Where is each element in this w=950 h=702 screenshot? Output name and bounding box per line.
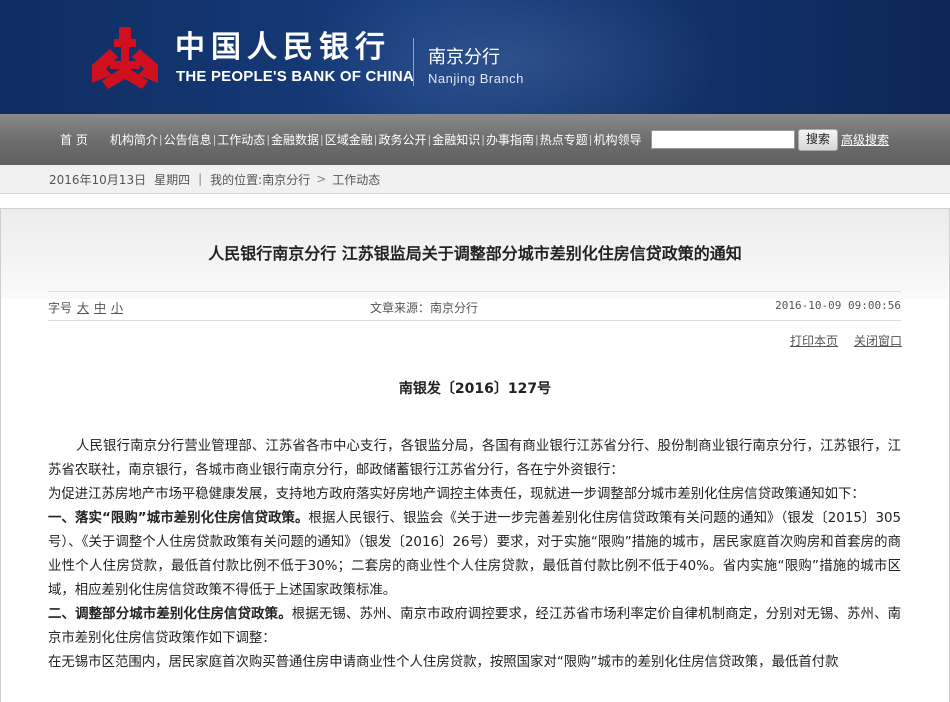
nav-divider: | xyxy=(320,133,324,146)
nav-item-hot-topics[interactable]: 热点专题 xyxy=(540,131,588,148)
nav-divider: | xyxy=(534,133,539,146)
advanced-search-link[interactable]: 高级搜索 xyxy=(841,131,889,148)
breadcrumb-separator: | xyxy=(198,172,203,186)
nav-divider: | xyxy=(212,133,217,146)
nav-item-financial-knowledge[interactable]: 金融知识 xyxy=(432,131,480,148)
current-date: 2016年10月13日 xyxy=(49,172,147,187)
nav-item-leadership[interactable]: 机构领导 xyxy=(593,131,641,148)
nav-item-work-news[interactable]: 工作动态 xyxy=(217,131,265,148)
nav-divider: | xyxy=(427,133,432,146)
nav-divider: | xyxy=(588,133,593,146)
article-paragraph: 在无锡市区范围内，居民家庭首次购买普通住房申请商业性个人住房贷款，按照国家对“限… xyxy=(48,655,839,670)
bank-name-en: THE PEOPLE'S BANK OF CHINA xyxy=(176,68,414,85)
nav-menu: 首 页 机构简介 | 公告信息 | 工作动态 | 金融数据 | 区域金融 | 政… xyxy=(60,114,641,165)
header-divider xyxy=(413,38,414,86)
bank-name-cn: 中国人民银行 xyxy=(175,30,391,65)
article-section: 二、调整部分城市差别化住房信贷政策。根据无锡、苏州、南京市政府调控要求，经江苏省… xyxy=(48,603,901,651)
font-size-small-link[interactable]: 小 xyxy=(111,301,123,315)
nav-item-service-guide[interactable]: 办事指南 xyxy=(486,131,534,148)
nav-divider: | xyxy=(266,133,271,146)
chevron-right-icon: > xyxy=(316,172,327,186)
nav-item-regional-finance[interactable]: 区域金融 xyxy=(325,131,373,148)
section-heading: 一、落实“限购”城市差别化住房信贷政策。 xyxy=(48,511,309,526)
breadcrumb-root-link[interactable]: 南京分行 xyxy=(262,171,310,188)
font-size-label: 字号 xyxy=(48,301,73,315)
search-input[interactable] xyxy=(651,130,795,149)
nav-divider: | xyxy=(481,133,485,146)
font-size-medium-link[interactable]: 中 xyxy=(94,301,106,315)
section-heading: 二、调整部分城市差别化住房信贷政策。 xyxy=(48,607,292,622)
article-body: 人民银行南京分行营业管理部、江苏省各市中心支行，各银监分局，各国有商业银行江苏省… xyxy=(48,435,901,675)
article-source: 文章来源：南京分行 xyxy=(370,301,479,315)
branch-name-cn: 南京分行 xyxy=(428,47,500,68)
font-size-large-link[interactable]: 大 xyxy=(77,301,89,315)
font-size-switcher: 字号大中小 xyxy=(48,299,123,316)
article-timestamp: 2016-10-09 09:00:56 xyxy=(775,299,901,312)
branch-name-en: Nanjing Branch xyxy=(428,71,524,86)
nav-item-financial-data[interactable]: 金融数据 xyxy=(271,131,319,148)
nav-item-announcements[interactable]: 公告信息 xyxy=(164,131,212,148)
nav-item-government-affairs[interactable]: 政务公开 xyxy=(379,131,427,148)
location-label: 我的位置: xyxy=(210,172,263,187)
breadcrumb-current-link[interactable]: 工作动态 xyxy=(332,171,380,188)
site-header: 中国人民银行 THE PEOPLE'S BANK OF CHINA 南京分行 N… xyxy=(0,0,950,114)
article-paragraph: 为促进江苏房地产市场平稳健康发展，支持地方政府落实好房地产调控主体责任，现就进一… xyxy=(48,487,865,502)
close-window-link[interactable]: 关闭窗口 xyxy=(854,334,902,348)
breadcrumb-bar: 2016年10月13日 星期四 | 我的位置: 南京分行 > 工作动态 xyxy=(0,165,950,194)
search-button[interactable]: 搜索 xyxy=(798,129,838,151)
nav-divider: | xyxy=(373,133,378,146)
document-number: 南银发〔2016〕127号 xyxy=(398,381,552,397)
nav-item-home[interactable]: 首 页 xyxy=(60,131,88,148)
article-paragraph: 人民银行南京分行营业管理部、江苏省各市中心支行，各银监分局，各国有商业银行江苏省… xyxy=(48,439,901,478)
print-page-link[interactable]: 打印本页 xyxy=(790,334,838,348)
main-nav: 首 页 机构简介 | 公告信息 | 工作动态 | 金融数据 | 区域金融 | 政… xyxy=(0,114,950,165)
nav-divider: | xyxy=(158,133,163,146)
article-title: 人民银行南京分行 江苏银监局关于调整部分城市差别化住房信贷政策的通知 xyxy=(208,244,742,263)
current-weekday: 星期四 xyxy=(154,172,191,187)
article-meta: 字号大中小 文章来源：南京分行 2016-10-09 09:00:56 xyxy=(48,291,901,321)
pboc-logo-icon[interactable] xyxy=(88,25,162,93)
article-panel: 人民银行南京分行 江苏银监局关于调整部分城市差别化住房信贷政策的通知 字号大中小… xyxy=(0,208,950,702)
article-tools: 打印本页 关闭窗口 xyxy=(774,332,902,349)
article-section: 一、落实“限购”城市差别化住房信贷政策。根据人民银行、银监会《关于进一步完善差别… xyxy=(48,507,901,603)
nav-item-about[interactable]: 机构简介 xyxy=(110,131,158,148)
